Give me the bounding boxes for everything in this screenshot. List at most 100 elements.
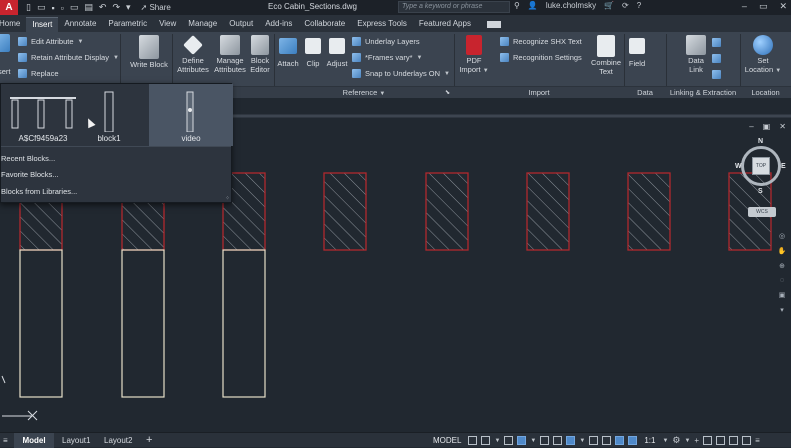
upload-link-icon[interactable]	[712, 54, 721, 63]
recognition-settings-button[interactable]: Recognition Settings	[500, 53, 582, 62]
clean-screen-icon[interactable]	[742, 436, 752, 445]
tab-add-ins[interactable]: Add-ins	[259, 17, 298, 32]
annotation-monitor-icon[interactable]: +	[694, 436, 699, 445]
viewport-minimize-icon[interactable]: –	[749, 122, 753, 131]
add-layout-button[interactable]: +	[140, 433, 158, 448]
pdf-import-button[interactable]: PDF Import ▼	[456, 35, 492, 75]
user-name[interactable]: luke.cholmsky	[546, 1, 596, 10]
snap-to-underlays-dropdown[interactable]: Snap to Underlays ON ▼	[352, 69, 450, 78]
dropdown-caret-icon[interactable]: ▼	[494, 438, 500, 444]
annotation-visibility-icon[interactable]	[615, 436, 625, 445]
pan-icon[interactable]: ✋	[778, 247, 787, 255]
redo-icon[interactable]: ↷	[112, 2, 120, 13]
compass-north[interactable]: N	[758, 138, 763, 145]
polar-tracking-icon[interactable]	[517, 436, 527, 445]
compass-south[interactable]: S	[758, 188, 763, 195]
navbar-menu-icon[interactable]: ▾	[780, 306, 784, 314]
compass-east[interactable]: E	[781, 163, 786, 170]
lineweight-icon[interactable]	[589, 436, 599, 445]
close-icon[interactable]: ✕	[779, 1, 787, 12]
adjust-button[interactable]: Adjust	[325, 38, 349, 69]
hatched-block[interactable]	[425, 172, 469, 251]
dropdown-caret-icon[interactable]: ▼	[684, 438, 690, 444]
blocks-from-libraries-item[interactable]: Blocks from Libraries...	[1, 187, 77, 196]
annotation-scale[interactable]: 1:1	[641, 436, 658, 445]
retain-attribute-display-button[interactable]: Retain Attribute Display ▼	[18, 53, 119, 62]
recent-blocks-item[interactable]: Recent Blocks...	[1, 154, 55, 163]
column-outline[interactable]	[121, 249, 165, 398]
ortho-icon[interactable]	[504, 436, 514, 445]
share-button[interactable]: ➚ Share	[141, 3, 171, 12]
favorite-blocks-item[interactable]: Favorite Blocks...	[1, 170, 59, 179]
tab-collaborate[interactable]: Collaborate	[298, 17, 351, 32]
frames-vary-dropdown[interactable]: *Frames vary* ▼	[352, 53, 422, 62]
column-outline[interactable]	[222, 249, 266, 398]
viewport-close-icon[interactable]: ✕	[779, 122, 786, 131]
qat-dropdown-icon[interactable]: ▾	[126, 2, 131, 13]
hatched-block[interactable]	[323, 172, 367, 251]
quick-properties-icon[interactable]	[716, 436, 726, 445]
resize-grip-icon[interactable]: ⁘	[225, 195, 230, 202]
underlay-layers-button[interactable]: Underlay Layers	[352, 37, 420, 46]
extract-data-icon[interactable]	[712, 70, 721, 79]
units-icon[interactable]	[703, 436, 713, 445]
reference-panel-label[interactable]: Reference ▼ ⬊	[274, 86, 454, 98]
column-outline[interactable]	[19, 249, 63, 398]
manage-attributes-button[interactable]: Manage Attributes	[212, 35, 248, 74]
autoscale-icon[interactable]	[628, 436, 638, 445]
snap-icon[interactable]	[481, 436, 491, 445]
transparency-icon[interactable]	[602, 436, 612, 445]
isodraft-icon[interactable]	[540, 436, 550, 445]
isolate-objects-icon[interactable]	[729, 436, 739, 445]
tab-insert[interactable]: Insert	[26, 17, 59, 32]
block-thumbnail-selected[interactable]: video	[149, 84, 233, 146]
clip-button[interactable]: Clip	[302, 38, 324, 69]
tab-view[interactable]: View	[153, 17, 182, 32]
object-snap-icon[interactable]	[566, 436, 576, 445]
define-attributes-button[interactable]: Define Attributes	[174, 35, 212, 74]
tab-layout2[interactable]: Layout2	[98, 433, 138, 448]
download-link-icon[interactable]	[712, 38, 721, 47]
compass-west[interactable]: W	[735, 163, 742, 170]
write-block-button[interactable]: Write Block	[126, 35, 172, 70]
attach-button[interactable]: Attach	[276, 38, 300, 69]
dropdown-caret-icon[interactable]: ▼	[530, 438, 536, 444]
help-icon[interactable]: ?	[637, 1, 641, 10]
block-editor-button[interactable]: Block Editor	[247, 35, 273, 74]
field-button[interactable]: Field	[626, 38, 648, 69]
autocad-logo[interactable]: A	[0, 0, 18, 15]
tab-layout1[interactable]: Layout1	[56, 433, 96, 448]
maximize-icon[interactable]: ▭	[759, 1, 768, 12]
tab-output[interactable]: Output	[223, 17, 259, 32]
insert-block-button[interactable]: sert	[0, 34, 11, 77]
tab-express-tools[interactable]: Express Tools	[351, 17, 413, 32]
a360-icon[interactable]: ⟳	[622, 1, 629, 10]
minimize-icon[interactable]: –	[742, 1, 747, 12]
wcs-menu[interactable]: WCS	[748, 207, 776, 217]
object-snap-tracking-icon[interactable]	[553, 436, 563, 445]
viewcube-top-face[interactable]: TOP	[752, 157, 770, 175]
dropdown-caret-icon[interactable]: ▼	[579, 438, 585, 444]
orbit-icon[interactable]: ◌	[780, 277, 784, 284]
recognize-shx-text-button[interactable]: Recognize SHX Text	[500, 37, 582, 46]
zoom-extents-icon[interactable]: ⊕	[779, 262, 785, 270]
set-location-button[interactable]: Set Location ▼	[744, 35, 782, 75]
undo-icon[interactable]: ↶	[99, 2, 107, 13]
grid-icon[interactable]	[468, 436, 478, 445]
workspace-gear-icon[interactable]: ⚙	[672, 435, 680, 446]
customize-status-icon[interactable]: ≡	[755, 436, 760, 445]
block-thumbnail[interactable]: block1	[67, 84, 151, 146]
cart-icon[interactable]: 🛒	[604, 1, 614, 10]
tab-home[interactable]: Home	[0, 17, 26, 32]
hatched-block[interactable]	[627, 172, 671, 251]
user-icon[interactable]: 👤	[528, 1, 538, 10]
tab-parametric[interactable]: Parametric	[102, 17, 153, 32]
tab-model[interactable]: Model	[14, 433, 54, 448]
ribbon-toggle-icon[interactable]	[486, 21, 501, 28]
viewport-restore-icon[interactable]: ▣	[763, 122, 771, 131]
showmotion-icon[interactable]: ▣	[779, 291, 786, 299]
layout-menu-icon[interactable]: ≡	[0, 433, 11, 448]
replace-button[interactable]: Replace	[18, 69, 59, 78]
search-input[interactable]: Type a keyword or phrase	[398, 1, 510, 13]
tab-featured-apps[interactable]: Featured Apps	[413, 17, 477, 32]
